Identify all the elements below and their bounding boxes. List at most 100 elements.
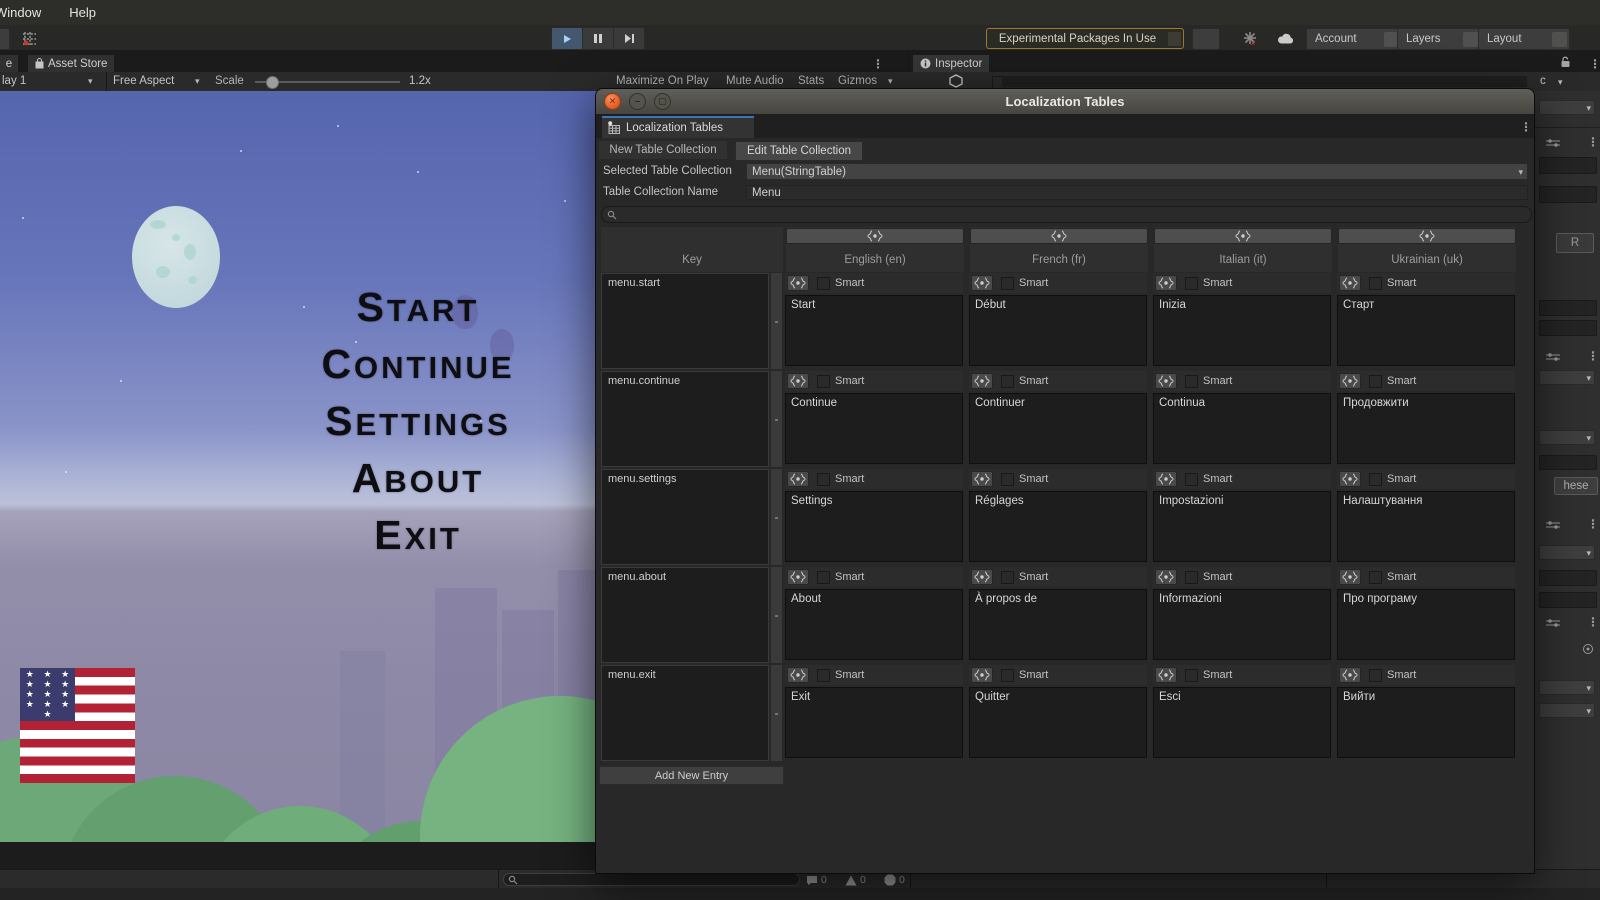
inspector-field[interactable] xyxy=(1539,186,1597,203)
badge-dismiss-box[interactable] xyxy=(1168,32,1181,46)
metadata-button[interactable] xyxy=(1155,275,1177,291)
console-warnings-counter[interactable]: 0 xyxy=(845,874,866,886)
inspector-dropdown[interactable] xyxy=(1539,370,1595,385)
scale-slider-knob[interactable] xyxy=(266,76,279,89)
metadata-button[interactable] xyxy=(1339,275,1361,291)
inspector-dropdown[interactable] xyxy=(1539,680,1595,695)
smart-checkbox[interactable] xyxy=(1369,375,1382,388)
target-circle-icon[interactable] xyxy=(1582,643,1594,655)
metadata-button[interactable] xyxy=(787,569,809,585)
edit-table-collection-button[interactable]: Edit Table Collection xyxy=(735,141,863,161)
translation-text[interactable]: Continuer xyxy=(969,393,1147,464)
display-dropdown[interactable]: lay 1 xyxy=(2,75,26,87)
smart-checkbox[interactable] xyxy=(817,277,830,290)
column-metadata-button[interactable] xyxy=(786,228,964,244)
inspector-field[interactable] xyxy=(1539,300,1597,316)
tab-asset-store[interactable]: Asset Store xyxy=(28,55,114,72)
play-button[interactable] xyxy=(551,27,583,50)
pause-button[interactable] xyxy=(583,27,614,50)
smart-checkbox[interactable] xyxy=(1185,375,1198,388)
grid-snap-button[interactable] xyxy=(16,28,42,48)
preset-icon[interactable] xyxy=(1546,138,1560,148)
translation-text[interactable]: Settings xyxy=(785,491,963,562)
tab-inspector[interactable]: Inspector xyxy=(913,55,989,72)
gizmos-dropdown[interactable]: Gizmos xyxy=(838,75,877,87)
key-cell[interactable]: menu.start xyxy=(601,273,769,369)
key-cell[interactable]: menu.continue xyxy=(601,371,769,467)
smart-checkbox[interactable] xyxy=(1369,473,1382,486)
smart-checkbox[interactable] xyxy=(1001,277,1014,290)
collection-name-field[interactable]: Menu xyxy=(746,185,1528,200)
component-kebab-icon[interactable] xyxy=(1587,517,1599,531)
column-metadata-button[interactable] xyxy=(970,228,1148,244)
menu-window[interactable]: Window xyxy=(0,5,41,20)
smart-checkbox[interactable] xyxy=(1185,277,1198,290)
window-titlebar[interactable]: Localization Tables ✕ – ▢ xyxy=(596,89,1534,115)
translation-text[interactable]: Quitter xyxy=(969,687,1147,758)
gameobject-name-field[interactable] xyxy=(1002,76,1527,87)
metadata-button[interactable] xyxy=(971,667,993,683)
metadata-button[interactable] xyxy=(971,471,993,487)
language-column-header[interactable]: English (en) xyxy=(786,227,964,272)
tab-partial-left[interactable]: e xyxy=(0,55,18,72)
collab-button[interactable]: x xyxy=(1233,28,1267,48)
smart-checkbox[interactable] xyxy=(1369,669,1382,682)
metadata-button[interactable] xyxy=(1339,667,1361,683)
metadata-button[interactable] xyxy=(1155,667,1177,683)
translation-text[interactable]: Старт xyxy=(1337,295,1515,366)
language-column-header[interactable]: Ukrainian (uk) xyxy=(1338,227,1516,272)
console-messages-counter[interactable]: 0 xyxy=(806,874,827,886)
column-metadata-button[interactable] xyxy=(1154,228,1332,244)
smart-checkbox[interactable] xyxy=(1185,571,1198,584)
translation-text[interactable]: À propos de xyxy=(969,589,1147,660)
experimental-packages-badge[interactable]: Experimental Packages In Use xyxy=(986,28,1184,49)
smart-checkbox[interactable] xyxy=(1001,669,1014,682)
inspector-field[interactable] xyxy=(1539,320,1597,336)
metadata-button[interactable] xyxy=(971,569,993,585)
remove-entry-button[interactable]: - xyxy=(771,371,782,467)
metadata-button[interactable] xyxy=(1155,373,1177,389)
remove-entry-button[interactable]: - xyxy=(771,567,782,663)
language-column-header[interactable]: Italian (it) xyxy=(1154,227,1332,272)
inspector-dropdown[interactable] xyxy=(1539,100,1595,115)
inspector-dropdown[interactable] xyxy=(1539,703,1595,718)
smart-checkbox[interactable] xyxy=(817,669,830,682)
localization-tables-tab[interactable]: Localization Tables xyxy=(602,116,754,138)
metadata-button[interactable] xyxy=(1339,471,1361,487)
translation-text[interactable]: Exit xyxy=(785,687,963,758)
component-kebab-icon[interactable] xyxy=(1587,615,1599,629)
smart-checkbox[interactable] xyxy=(1001,375,1014,388)
layout-dropdown[interactable]: Layout xyxy=(1478,28,1570,50)
translation-text[interactable]: Налаштування xyxy=(1337,491,1515,562)
window-kebab-icon[interactable] xyxy=(1520,120,1532,134)
metadata-button[interactable] xyxy=(787,471,809,487)
toolbar-square-button[interactable] xyxy=(1192,28,1220,50)
smart-checkbox[interactable] xyxy=(1369,277,1382,290)
static-dropdown-arrow-icon[interactable] xyxy=(1558,76,1563,88)
layers-dropdown[interactable]: Layers xyxy=(1397,28,1481,50)
game-panel-kebab-icon[interactable] xyxy=(872,57,884,71)
inspector-field[interactable] xyxy=(1539,455,1597,470)
preset-icon[interactable] xyxy=(1546,618,1560,628)
translation-text[interactable]: Про програму xyxy=(1337,589,1515,660)
key-cell[interactable]: menu.settings xyxy=(601,469,769,565)
cloud-button[interactable] xyxy=(1270,28,1300,48)
translation-text[interactable]: Esci xyxy=(1153,687,1331,758)
mute-audio-toggle[interactable]: Mute Audio xyxy=(726,75,784,87)
stats-toggle[interactable]: Stats xyxy=(798,75,824,87)
new-table-collection-button[interactable]: New Table Collection xyxy=(599,141,727,159)
table-search-field[interactable] xyxy=(601,206,1532,223)
menu-help[interactable]: Help xyxy=(69,5,96,20)
translation-text[interactable]: Impostazioni xyxy=(1153,491,1331,562)
component-kebab-icon[interactable] xyxy=(1587,349,1599,363)
translation-text[interactable]: Continua xyxy=(1153,393,1331,464)
display-dropdown-arrow-icon[interactable] xyxy=(88,75,93,87)
key-column-header[interactable]: Key xyxy=(601,227,783,272)
remove-entry-button[interactable]: - xyxy=(771,665,782,761)
add-new-entry-button[interactable]: Add New Entry xyxy=(599,766,784,785)
metadata-button[interactable] xyxy=(787,667,809,683)
language-column-header[interactable]: French (fr) xyxy=(970,227,1148,272)
translation-text[interactable]: Вийти xyxy=(1337,687,1515,758)
smart-checkbox[interactable] xyxy=(817,473,830,486)
account-dropdown[interactable]: Account xyxy=(1306,28,1402,50)
